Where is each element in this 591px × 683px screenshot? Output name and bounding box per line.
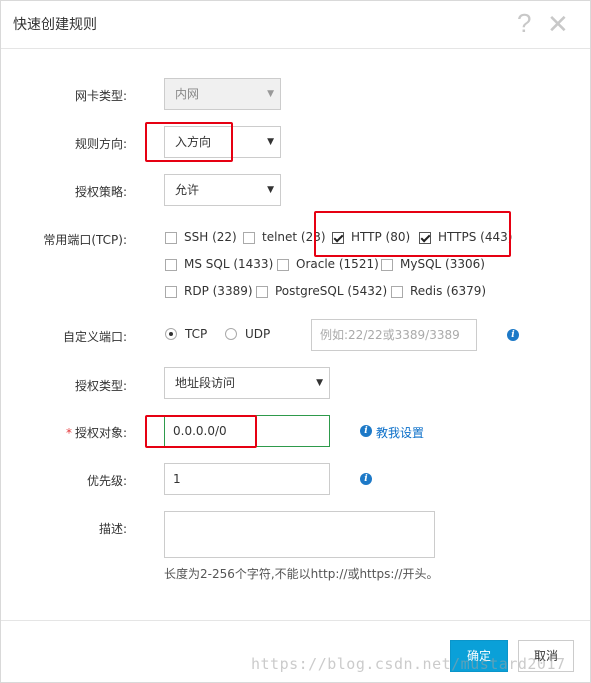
port-option-label: MS SQL (1433): [184, 257, 274, 271]
nic-type-select: 内网 ▼: [164, 78, 281, 110]
description-hint: 长度为2-256个字符,不能以http://或https://开头。: [164, 567, 439, 581]
direction-value: 入方向: [175, 135, 212, 149]
help-setup-link[interactable]: 教我设置: [376, 424, 424, 441]
dialog-header: 快速创建规则 ? ✕: [1, 1, 590, 49]
footer-divider: [1, 620, 590, 621]
custom-port-label: 自定义端口:: [62, 330, 127, 344]
auth-object-label-text: 授权对象:: [74, 426, 127, 440]
port-option-label: HTTPS (443): [438, 230, 513, 244]
checkbox[interactable]: [256, 286, 268, 298]
help-icon[interactable]: ?: [517, 8, 531, 39]
checkbox[interactable]: [165, 286, 177, 298]
auth-type-select[interactable]: 地址段访问 ▼: [164, 367, 330, 399]
udp-radio[interactable]: [225, 328, 237, 340]
auth-type-label: 授权类型:: [74, 379, 127, 393]
info-icon[interactable]: i: [360, 425, 372, 437]
policy-select[interactable]: 允许 ▼: [164, 174, 281, 206]
checkbox[interactable]: [165, 259, 177, 271]
quick-create-rule-dialog: 快速创建规则 ? ✕ 网卡类型: 内网 ▼ 规则方向: 入方向 ▼ 授权策略: …: [0, 0, 591, 683]
port-option-label: SSH (22): [184, 230, 237, 244]
dialog-title: 快速创建规则: [13, 17, 97, 33]
tcp-radio-label: TCP: [185, 327, 208, 341]
caret-down-icon: ▼: [267, 89, 274, 99]
caret-down-icon: ▼: [316, 378, 323, 388]
checkbox[interactable]: [381, 259, 393, 271]
port-option-label: HTTP (80): [351, 230, 411, 244]
checkbox[interactable]: [391, 286, 403, 298]
custom-port-input[interactable]: 例如:22/22或3389/3389: [311, 319, 477, 351]
caret-down-icon: ▼: [267, 185, 274, 195]
direction-select[interactable]: 入方向 ▼: [164, 126, 281, 158]
port-option-label: PostgreSQL (5432): [275, 284, 388, 298]
auth-object-input[interactable]: 0.0.0.0/0: [164, 415, 330, 447]
nic-type-value: 内网: [175, 87, 200, 101]
checkbox-checked[interactable]: [332, 232, 344, 244]
policy-value: 允许: [175, 183, 200, 197]
info-icon[interactable]: i: [360, 473, 372, 485]
auth-type-value: 地址段访问: [175, 376, 236, 390]
port-option-label: RDP (3389): [184, 284, 253, 298]
port-option-label: telnet (23): [262, 230, 326, 244]
checkbox[interactable]: [243, 232, 255, 244]
info-icon[interactable]: i: [507, 329, 519, 341]
port-option-label: Oracle (1521): [296, 257, 379, 271]
checkbox[interactable]: [277, 259, 289, 271]
required-mark: *: [65, 426, 72, 440]
nic-type-label: 网卡类型:: [74, 89, 127, 103]
close-icon[interactable]: ✕: [547, 9, 569, 40]
port-option-label: Redis (6379): [410, 284, 487, 298]
tcp-radio[interactable]: [165, 328, 177, 340]
description-label: 描述:: [98, 522, 127, 536]
caret-down-icon: ▼: [267, 137, 274, 147]
priority-input[interactable]: 1: [164, 463, 330, 495]
watermark-text: https://blog.csdn.net/mustard2017: [251, 655, 566, 673]
udp-radio-label: UDP: [245, 327, 271, 341]
auth-object-label: * 授权对象:: [1, 424, 127, 441]
priority-label: 优先级:: [86, 474, 127, 488]
policy-label: 授权策略:: [74, 185, 127, 199]
common-ports-label: 常用端口(TCP):: [43, 233, 127, 247]
description-textarea[interactable]: [164, 511, 435, 558]
direction-label: 规则方向:: [74, 137, 127, 151]
checkbox[interactable]: [165, 232, 177, 244]
checkbox-checked[interactable]: [419, 232, 431, 244]
port-option-label: MySQL (3306): [400, 257, 485, 271]
